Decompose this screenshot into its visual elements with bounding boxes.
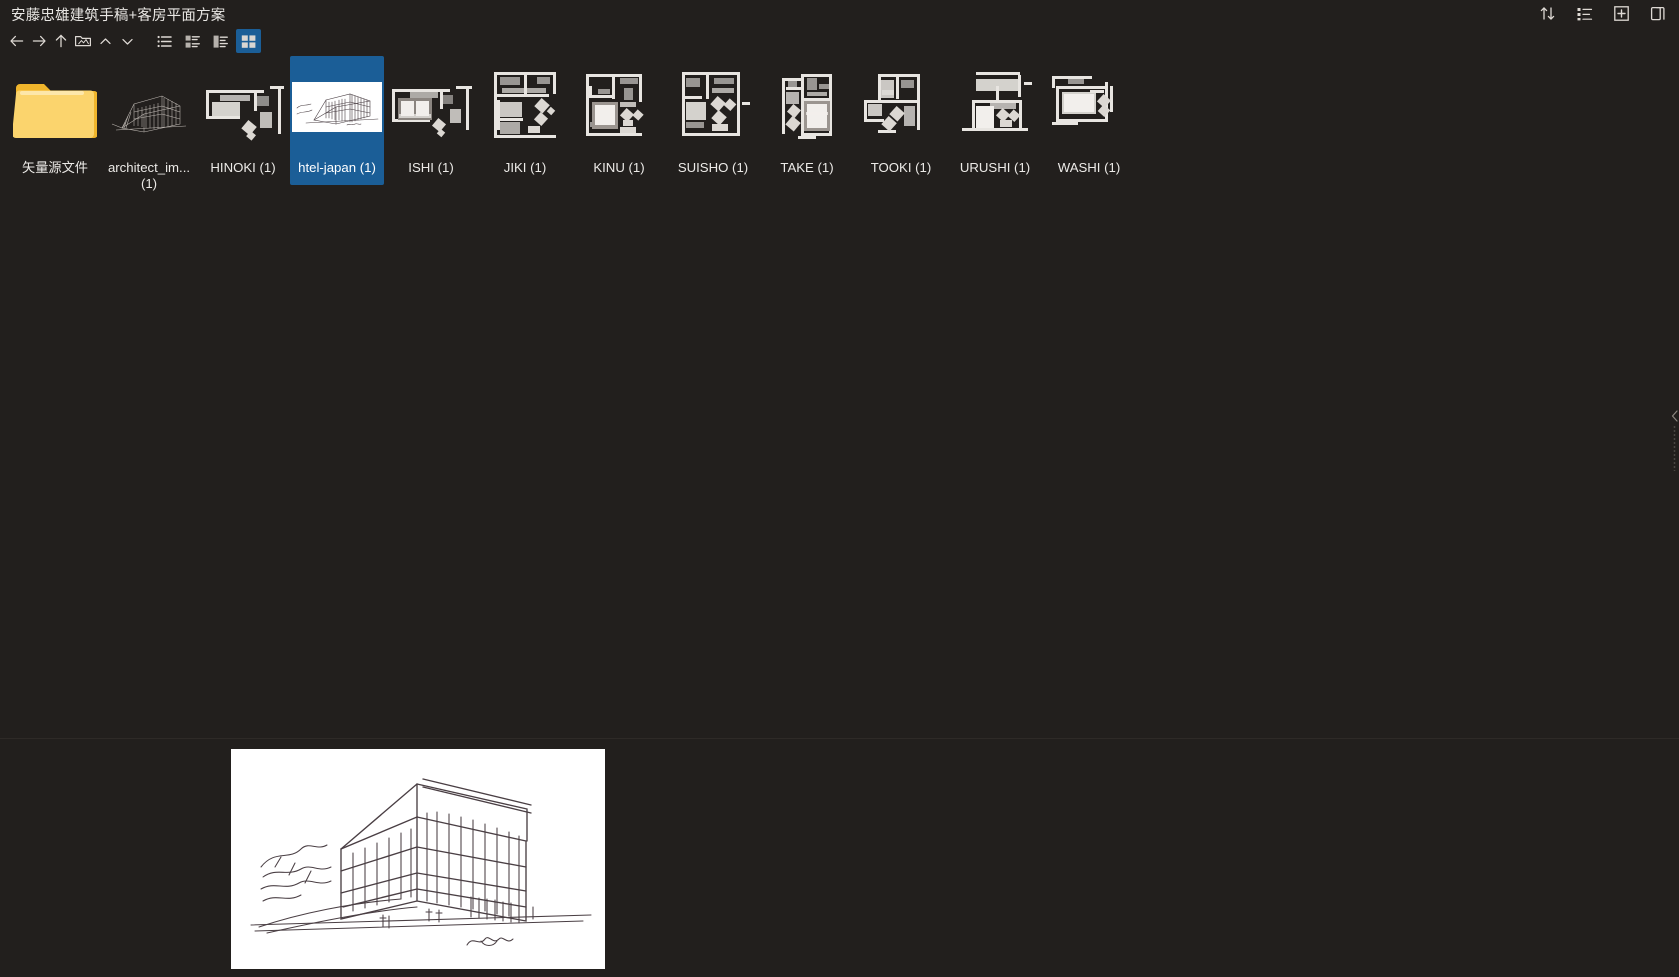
file-label: KINU (1) <box>593 160 645 175</box>
back-button[interactable] <box>6 29 28 53</box>
floorplan-thumbnail-icon <box>480 62 570 152</box>
file-label: architect_im... (1) <box>107 160 191 191</box>
view-grid[interactable] <box>236 29 261 53</box>
file-label: TOOKI (1) <box>870 160 932 175</box>
floorplan-thumbnail-icon <box>1044 62 1134 152</box>
title-bar-actions <box>1536 2 1669 24</box>
file-grid-area[interactable]: 矢量源文件 architect_im... (1) HINOKI (1) hte… <box>0 55 1679 772</box>
sketch-preview-thumbnail-icon <box>292 62 382 152</box>
expand-button[interactable] <box>116 29 138 53</box>
handle-grip <box>1673 424 1676 471</box>
panel-collapse-handle[interactable] <box>1670 404 1679 476</box>
sketch-thumbnail-icon <box>104 62 194 152</box>
file-item-kinu[interactable]: KINU (1) <box>572 56 666 185</box>
window-title: 安藤忠雄建筑手稿+客房平面方案 <box>11 8 226 24</box>
floorplan-thumbnail-icon <box>386 62 476 152</box>
floorplan-thumbnail-icon <box>668 62 758 152</box>
file-item-suisho[interactable]: SUISHO (1) <box>666 56 760 185</box>
view-list[interactable] <box>152 29 177 53</box>
file-item-folder[interactable]: 矢量源文件 <box>8 56 102 185</box>
floorplan-thumbnail-icon <box>198 62 288 152</box>
file-item-tooki[interactable]: TOOKI (1) <box>854 56 948 185</box>
floorplan-thumbnail-icon <box>574 62 664 152</box>
view-detail[interactable] <box>180 29 205 53</box>
file-grid: 矢量源文件 architect_im... (1) HINOKI (1) hte… <box>0 55 1679 200</box>
view-compact[interactable] <box>208 29 233 53</box>
open-folder-button[interactable] <box>72 29 94 53</box>
floorplan-thumbnail-icon <box>856 62 946 152</box>
file-item-ishi[interactable]: ISHI (1) <box>384 56 478 185</box>
file-label: SUISHO (1) <box>677 160 749 175</box>
floorplan-thumbnail-icon <box>950 62 1040 152</box>
file-item-washi[interactable]: WASHI (1) <box>1042 56 1136 185</box>
folder-icon <box>10 62 100 152</box>
file-label: TAKE (1) <box>780 160 834 175</box>
add-icon[interactable] <box>1610 2 1632 24</box>
preview-panel <box>231 749 605 977</box>
sort-icon[interactable] <box>1536 2 1558 24</box>
file-label: URUSHI (1) <box>959 160 1031 175</box>
chevron-left-icon <box>1671 409 1678 422</box>
file-label: JIKI (1) <box>503 160 547 175</box>
file-item-hinoki[interactable]: HINOKI (1) <box>196 56 290 185</box>
file-label: HINOKI (1) <box>210 160 276 175</box>
file-item-urushi[interactable]: URUSHI (1) <box>948 56 1042 185</box>
preview-image <box>231 749 605 969</box>
file-label: 矢量源文件 <box>22 160 88 175</box>
view-mode-group <box>152 29 261 53</box>
collapse-button[interactable] <box>94 29 116 53</box>
clipboard-icon[interactable] <box>1647 2 1669 24</box>
file-label: ISHI (1) <box>408 160 454 175</box>
floorplan-thumbnail-icon <box>762 62 852 152</box>
forward-button[interactable] <box>28 29 50 53</box>
file-label: WASHI (1) <box>1057 160 1121 175</box>
title-bar: 安藤忠雄建筑手稿+客房平面方案 <box>0 0 1679 27</box>
up-button[interactable] <box>50 29 72 53</box>
file-item-htel-japan[interactable]: htel-japan (1) <box>290 56 384 185</box>
file-item-take[interactable]: TAKE (1) <box>760 56 854 185</box>
file-label: htel-japan (1) <box>298 160 376 175</box>
file-item-jiki[interactable]: JIKI (1) <box>478 56 572 185</box>
status-pane: 12 项目 1 已选择 <box>0 738 1679 977</box>
list-options-icon[interactable] <box>1573 2 1595 24</box>
file-item-architect-img[interactable]: architect_im... (1) <box>102 56 196 200</box>
toolbar <box>0 27 1679 55</box>
file-manager-window: 安藤忠雄建筑手稿+客房平面方案 矢量源文件 architect_im... (1… <box>0 0 1679 977</box>
